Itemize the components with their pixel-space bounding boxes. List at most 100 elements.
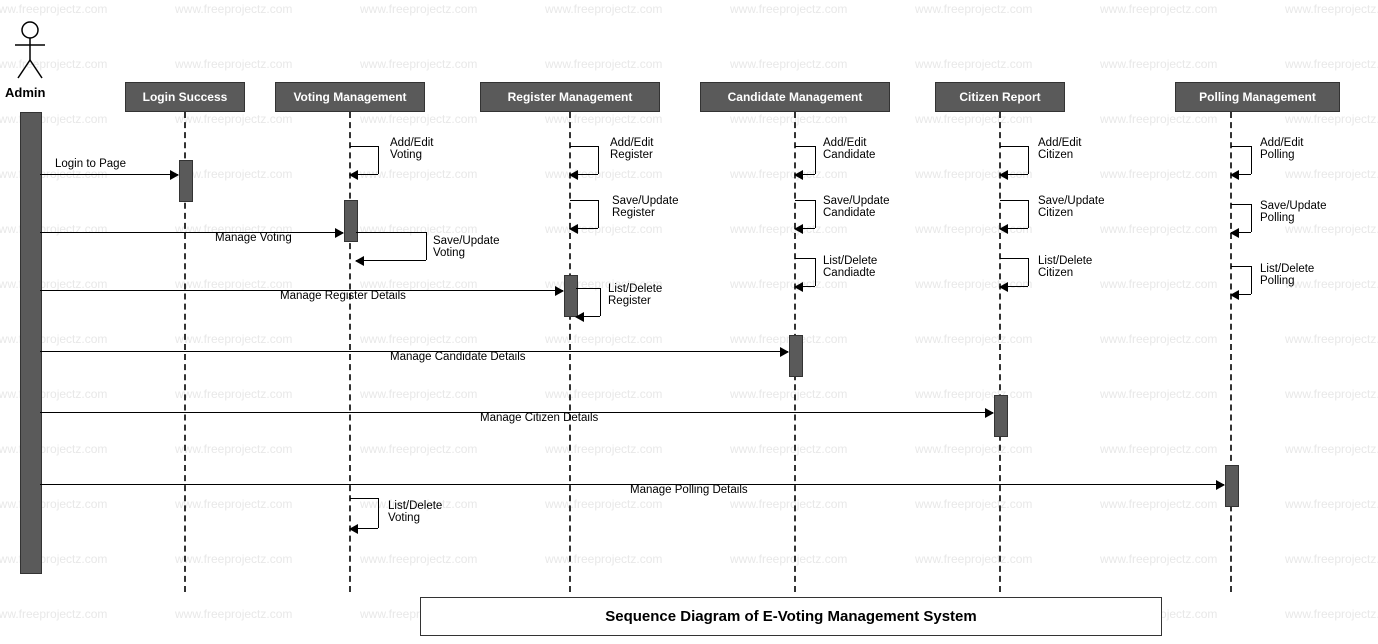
selfmsg-register-save-label: Save/Update Register	[612, 195, 679, 219]
watermark: www.freeprojectz.com	[730, 552, 847, 566]
lifeline-dash-register	[569, 112, 571, 592]
watermark: www.freeprojectz.com	[915, 552, 1032, 566]
watermark: www.freeprojectz.com	[1100, 167, 1217, 181]
watermark: www.freeprojectz.com	[915, 2, 1032, 16]
watermark: www.freeprojectz.com	[545, 387, 662, 401]
selfmsg-polling-list-label: List/Delete Polling	[1260, 263, 1314, 287]
watermark: www.freeprojectz.com	[730, 112, 847, 126]
activation-voting	[344, 200, 358, 242]
watermark: www.freeprojectz.com	[545, 497, 662, 511]
message-register-label: Manage Register Details	[280, 290, 406, 302]
selfmsg-polling-add-label: Add/Edit Polling	[1260, 137, 1303, 161]
message-candidate-label: Manage Candidate Details	[390, 351, 526, 363]
watermark: www.freeprojectz.com	[1285, 167, 1378, 181]
watermark: www.freeprojectz.com	[175, 332, 292, 346]
watermark: www.freeprojectz.com	[360, 57, 477, 71]
watermark: www.freeprojectz.com	[545, 552, 662, 566]
watermark: www.freeprojectz.com	[545, 167, 662, 181]
watermark: www.freeprojectz.com	[0, 2, 107, 16]
watermark: www.freeprojectz.com	[915, 497, 1032, 511]
watermark: www.freeprojectz.com	[0, 332, 107, 346]
message-polling-label: Manage Polling Details	[630, 484, 748, 496]
lifeline-dash-polling	[1230, 112, 1232, 592]
watermark: www.freeprojectz.com	[175, 442, 292, 456]
watermark: www.freeprojectz.com	[360, 387, 477, 401]
watermark: www.freeprojectz.com	[545, 222, 662, 236]
watermark: www.freeprojectz.com	[730, 497, 847, 511]
watermark: www.freeprojectz.com	[1100, 222, 1217, 236]
watermark: www.freeprojectz.com	[1100, 277, 1217, 291]
watermark: www.freeprojectz.com	[0, 497, 107, 511]
watermark: www.freeprojectz.com	[1100, 57, 1217, 71]
lifeline-candidate: Candidate Management	[700, 82, 890, 112]
activation-polling	[1225, 465, 1239, 507]
selfmsg-citizen-add-label: Add/Edit Citizen	[1038, 137, 1081, 161]
watermark: www.freeprojectz.com	[1100, 387, 1217, 401]
watermark: www.freeprojectz.com	[0, 387, 107, 401]
watermark: www.freeprojectz.com	[0, 222, 107, 236]
watermark: www.freeprojectz.com	[360, 552, 477, 566]
watermark: www.freeprojectz.com	[175, 552, 292, 566]
watermark: www.freeprojectz.com	[915, 57, 1032, 71]
actor-icon	[10, 20, 50, 80]
watermark: www.freeprojectz.com	[360, 2, 477, 16]
selfmsg-citizen-list-label: List/Delete Citizen	[1038, 255, 1092, 279]
activation-candidate	[789, 335, 803, 377]
watermark: www.freeprojectz.com	[1285, 552, 1378, 566]
watermark: www.freeprojectz.com	[1285, 607, 1378, 621]
watermark: www.freeprojectz.com	[730, 2, 847, 16]
selfmsg-citizen-save-label: Save/Update Citizen	[1038, 195, 1105, 219]
watermark: www.freeprojectz.com	[175, 277, 292, 291]
watermark: www.freeprojectz.com	[1100, 442, 1217, 456]
watermark: www.freeprojectz.com	[1285, 332, 1378, 346]
watermark: www.freeprojectz.com	[175, 57, 292, 71]
activation-register	[564, 275, 578, 317]
watermark: www.freeprojectz.com	[0, 277, 107, 291]
watermark: www.freeprojectz.com	[730, 57, 847, 71]
watermark: www.freeprojectz.com	[175, 2, 292, 16]
watermark: www.freeprojectz.com	[915, 442, 1032, 456]
watermark: www.freeprojectz.com	[360, 112, 477, 126]
lifeline-register: Register Management	[480, 82, 660, 112]
lifeline-polling: Polling Management	[1175, 82, 1340, 112]
watermark: www.freeprojectz.com	[545, 57, 662, 71]
watermark: www.freeprojectz.com	[1100, 2, 1217, 16]
watermark: www.freeprojectz.com	[360, 222, 477, 236]
message-login-label: Login to Page	[55, 158, 126, 170]
selfmsg-register-add-label: Add/Edit Register	[610, 137, 653, 161]
watermark: www.freeprojectz.com	[1100, 332, 1217, 346]
watermark: www.freeprojectz.com	[730, 167, 847, 181]
watermark: www.freeprojectz.com	[1285, 442, 1378, 456]
message-citizen-label: Manage Citizen Details	[480, 412, 598, 424]
activation-login	[179, 160, 193, 202]
watermark: www.freeprojectz.com	[0, 552, 107, 566]
lifeline-voting: Voting Management	[275, 82, 425, 112]
actor-label: Admin	[5, 85, 45, 100]
watermark: www.freeprojectz.com	[1100, 497, 1217, 511]
selfmsg-register-list-label: List/Delete Register	[608, 283, 662, 307]
watermark: www.freeprojectz.com	[545, 332, 662, 346]
selfmsg-voting-save-label: Save/Update Voting	[433, 235, 500, 259]
watermark: www.freeprojectz.com	[545, 442, 662, 456]
watermark: www.freeprojectz.com	[175, 112, 292, 126]
lifeline-login: Login Success	[125, 82, 245, 112]
watermark: www.freeprojectz.com	[0, 442, 107, 456]
lifeline-citizen: Citizen Report	[935, 82, 1065, 112]
selfmsg-voting-list-label: List/Delete Voting	[388, 500, 442, 524]
watermark: www.freeprojectz.com	[730, 277, 847, 291]
selfmsg-voting-add-label: Add/Edit Voting	[390, 137, 433, 161]
watermark: www.freeprojectz.com	[0, 112, 107, 126]
watermark: www.freeprojectz.com	[175, 387, 292, 401]
watermark: www.freeprojectz.com	[915, 387, 1032, 401]
watermark: www.freeprojectz.com	[1285, 112, 1378, 126]
message-voting	[40, 232, 343, 233]
watermark: www.freeprojectz.com	[1285, 2, 1378, 16]
diagram-title: Sequence Diagram of E-Voting Management …	[420, 597, 1162, 636]
watermark: www.freeprojectz.com	[730, 387, 847, 401]
watermark: www.freeprojectz.com	[730, 222, 847, 236]
watermark: www.freeprojectz.com	[1100, 112, 1217, 126]
message-login	[40, 174, 178, 175]
watermark: www.freeprojectz.com	[175, 497, 292, 511]
watermark: www.freeprojectz.com	[915, 332, 1032, 346]
watermark: www.freeprojectz.com	[915, 277, 1032, 291]
